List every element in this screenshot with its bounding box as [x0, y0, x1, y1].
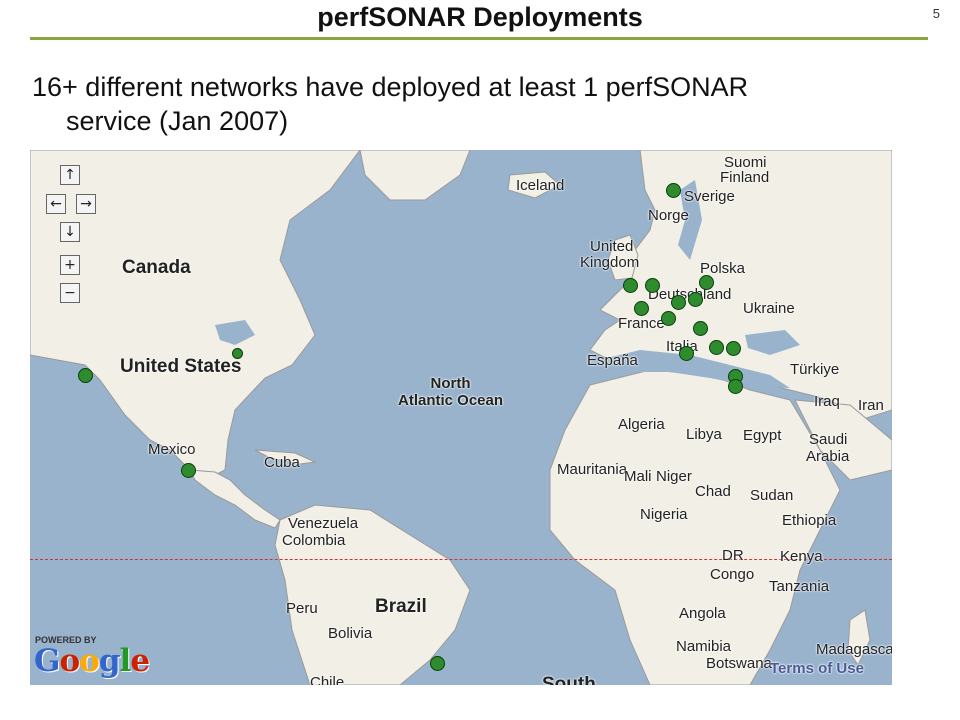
label-finland: Finland	[720, 169, 770, 186]
equator-line	[30, 559, 892, 560]
pan-left-button[interactable]: ←	[46, 194, 66, 214]
bullet-line-2: service (Jan 2007)	[66, 106, 289, 136]
label-north-atlantic-ocean: North Atlantic Ocean	[398, 375, 503, 409]
deployment-marker[interactable]	[671, 295, 686, 310]
label-saudi: Saudi	[809, 431, 848, 448]
label-brazil: Brazil	[375, 596, 427, 617]
label-dr: DR	[722, 547, 744, 564]
label-mali: Mali	[624, 468, 652, 485]
title-rule	[30, 37, 928, 40]
google-logo-letter: g	[98, 643, 121, 679]
label-france: France	[618, 315, 665, 332]
label-nigeria: Nigeria	[640, 506, 688, 523]
page-number: 5	[932, 6, 940, 21]
slide-title: perfSONAR Deployments	[317, 2, 643, 32]
google-logo-letter: G	[34, 643, 61, 679]
label-congo: Congo	[710, 566, 755, 583]
label-namibia: Namibia	[676, 638, 732, 655]
label-arabia: Arabia	[806, 448, 850, 465]
label-colombia: Colombia	[282, 532, 346, 549]
label-egypt: Egypt	[743, 427, 782, 444]
deployment-map[interactable]: Canada United States Mexico Cuba Venezue…	[30, 150, 892, 685]
label-espana: España	[587, 352, 638, 369]
deployment-marker[interactable]	[661, 311, 676, 326]
greenland-shape	[359, 150, 471, 201]
label-chad: Chad	[695, 483, 731, 500]
deployment-marker[interactable]	[726, 341, 741, 356]
label-tanzania: Tanzania	[769, 578, 830, 595]
google-logo-letter: l	[119, 643, 132, 679]
label-mauritania: Mauritania	[557, 461, 628, 478]
deployment-marker[interactable]	[181, 463, 196, 478]
pan-down-button[interactable]: ↓	[60, 222, 80, 242]
label-madagascar: Madagascar	[816, 641, 892, 658]
label-botswana: Botswana	[706, 655, 772, 672]
map-landmass	[30, 150, 892, 685]
deployment-marker[interactable]	[634, 301, 649, 316]
label-ethiopia: Ethiopia	[782, 512, 837, 529]
google-logo-letter: o	[59, 643, 80, 679]
label-chile: Chile	[310, 674, 345, 685]
label-united: United	[590, 238, 634, 255]
deployment-marker[interactable]	[693, 321, 708, 336]
label-sudan: Sudan	[750, 487, 794, 504]
label-sverige: Sverige	[684, 188, 735, 205]
deployment-marker[interactable]	[679, 346, 694, 361]
pan-right-button[interactable]: →	[76, 194, 96, 214]
label-ukraine: Ukraine	[743, 300, 795, 317]
label-venezuela: Venezuela	[288, 515, 359, 532]
label-canada: Canada	[122, 257, 191, 278]
label-angola: Angola	[679, 605, 726, 622]
label-turkiye: Türkiye	[790, 361, 840, 378]
bullet-text: 16+ different networks have deployed at …	[32, 70, 912, 138]
google-logo-letter: o	[79, 643, 100, 679]
central-america-shape	[189, 469, 281, 529]
deployment-marker[interactable]	[232, 348, 243, 359]
label-norge: Norge	[648, 207, 689, 224]
label-libya: Libya	[686, 426, 722, 443]
label-bolivia: Bolivia	[328, 625, 373, 642]
label-niger: Niger	[656, 468, 692, 485]
label-cuba: Cuba	[264, 454, 300, 471]
deployment-marker[interactable]	[728, 379, 743, 394]
label-south: South	[542, 674, 596, 685]
label-united-states: United States	[120, 356, 242, 377]
google-logo[interactable]: Google	[34, 643, 150, 679]
pan-up-button[interactable]: ↑	[60, 165, 80, 185]
deployment-marker[interactable]	[709, 340, 724, 355]
label-ocean-line-1: North	[430, 375, 471, 392]
label-peru: Peru	[286, 600, 318, 617]
label-kingdom: Kingdom	[580, 254, 640, 271]
deployment-marker[interactable]	[666, 183, 681, 198]
label-kenya: Kenya	[780, 548, 823, 565]
label-iraq: Iraq	[814, 393, 840, 410]
deployment-marker[interactable]	[623, 278, 638, 293]
deployment-marker[interactable]	[78, 368, 93, 383]
label-ocean-line-2: Atlantic Ocean	[398, 392, 504, 409]
label-mexico: Mexico	[148, 441, 196, 458]
deployment-marker[interactable]	[430, 656, 445, 671]
deployment-marker[interactable]	[645, 278, 660, 293]
google-logo-letter: e	[130, 643, 150, 679]
label-algeria: Algeria	[618, 416, 665, 433]
zoom-out-button[interactable]: −	[60, 283, 80, 303]
label-iceland: Iceland	[516, 177, 565, 194]
bullet-line-1: 16+ different networks have deployed at …	[32, 72, 749, 102]
terms-of-use-link[interactable]: Terms of Use	[770, 660, 864, 677]
deployment-marker[interactable]	[688, 292, 703, 307]
zoom-in-button[interactable]: +	[60, 255, 80, 275]
deployment-marker[interactable]	[699, 275, 714, 290]
label-iran: Iran	[858, 397, 884, 414]
